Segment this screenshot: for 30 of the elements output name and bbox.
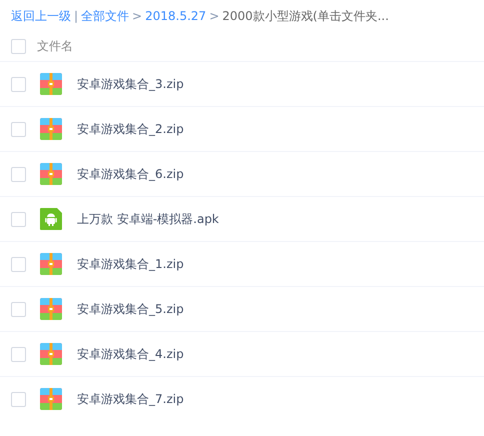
column-header[interactable]: 文件名: [37, 37, 73, 55]
checkbox[interactable]: [11, 38, 26, 54]
breadcrumb-separator: |: [74, 9, 78, 23]
archive-file-icon: [40, 343, 62, 365]
file-name[interactable]: 上万款 安卓端-模拟器.apk: [77, 210, 219, 228]
file-name[interactable]: 安卓游戏集合_4.zip: [77, 345, 184, 363]
archive-file-icon: [40, 73, 62, 95]
checkbox[interactable]: [11, 122, 26, 136]
checkbox[interactable]: [11, 346, 26, 362]
checkbox[interactable]: [11, 302, 26, 316]
file-name[interactable]: 安卓游戏集合_2.zip: [77, 120, 184, 138]
file-name[interactable]: 安卓游戏集合_1.zip: [77, 255, 184, 273]
checkbox[interactable]: [11, 166, 26, 182]
archive-file-icon: [40, 163, 62, 185]
file-name[interactable]: 安卓游戏集合_7.zip: [77, 390, 184, 408]
file-name[interactable]: 安卓游戏集合_6.zip: [77, 165, 184, 183]
android-file-icon: [40, 208, 62, 230]
archive-file-icon: [40, 298, 62, 320]
breadcrumb-separator: >: [132, 9, 142, 23]
checkbox[interactable]: [11, 256, 26, 272]
checkbox[interactable]: [11, 392, 26, 406]
file-name[interactable]: 安卓游戏集合_5.zip: [77, 300, 184, 318]
current-folder: 2000款小型游戏(单击文件夹...: [222, 9, 389, 23]
breadcrumb-separator: >: [209, 9, 220, 23]
archive-file-icon: [40, 118, 62, 140]
file-name[interactable]: 安卓游戏集合_3.zip: [77, 75, 184, 93]
checkbox[interactable]: [11, 212, 26, 226]
archive-file-icon: [40, 388, 62, 410]
archive-file-icon: [40, 253, 62, 275]
checkbox[interactable]: [11, 76, 26, 92]
